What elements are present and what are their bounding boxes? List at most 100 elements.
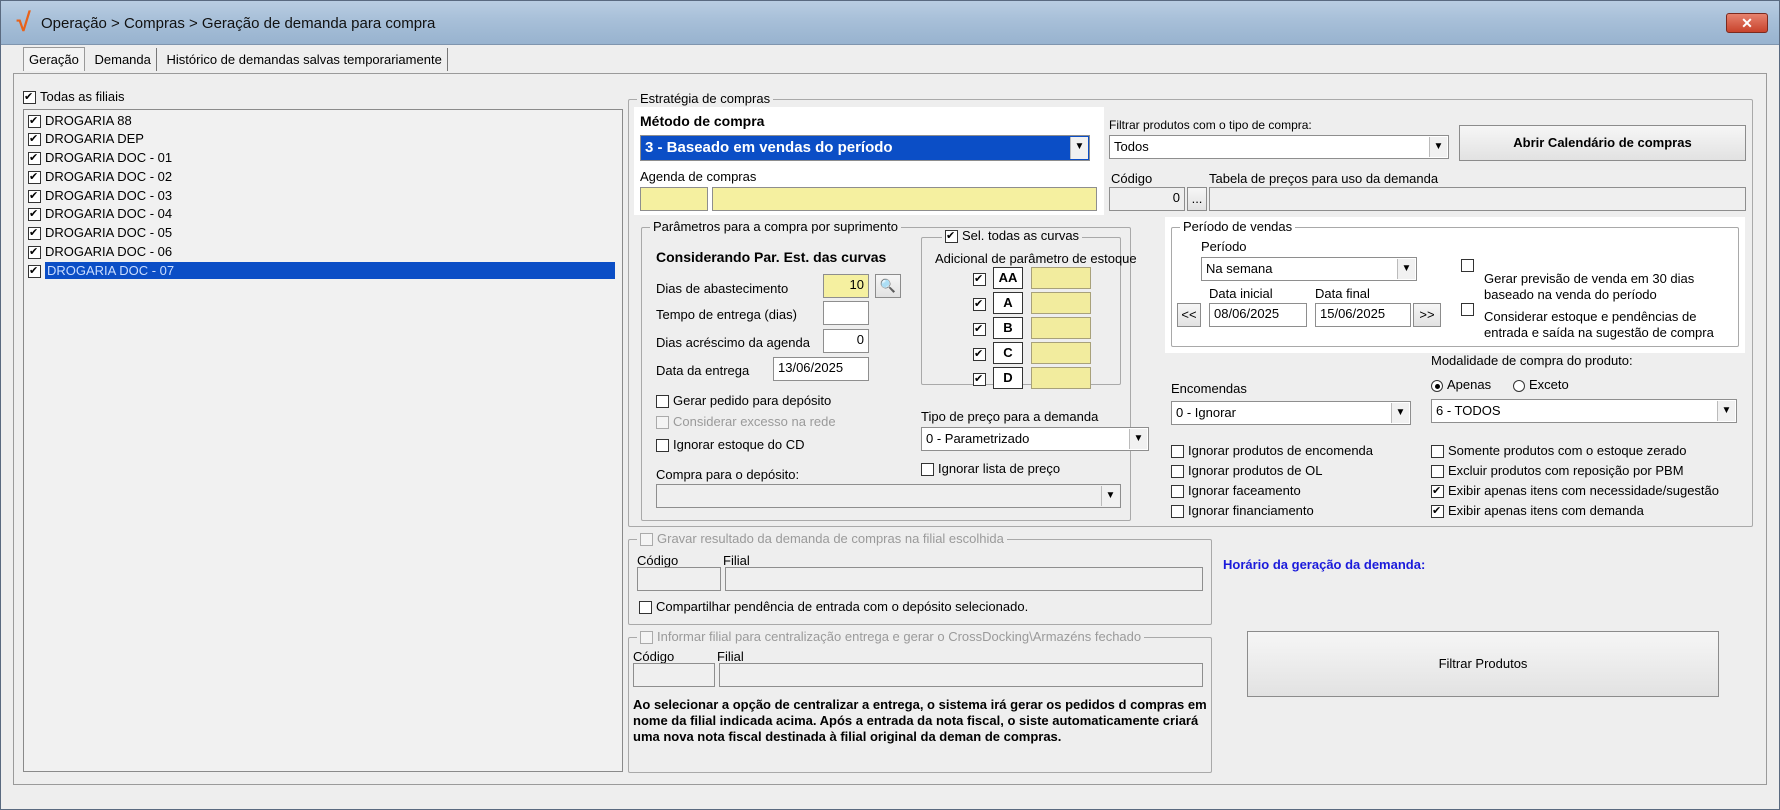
ignore-cd-checkbox[interactable]: Ignorar estoque do CD [656, 437, 805, 453]
check-label: Ignorar financiamento [1188, 503, 1314, 518]
branch-item[interactable]: DROGARIA DOC - 02 [28, 168, 172, 185]
radio-except[interactable]: Exceto [1513, 377, 1569, 392]
search-button[interactable]: 🔍 [875, 274, 901, 298]
stock-pending-label: Considerar estoque e pendências de entra… [1484, 309, 1714, 340]
all-branches-checkbox[interactable]: Todas as filiais [23, 89, 125, 105]
branch-item-selected[interactable]: DROGARIA DOC - 07 [28, 262, 618, 279]
checkbox-icon [28, 208, 41, 222]
centralize-code-input[interactable] [633, 663, 715, 687]
orders-select[interactable]: 0 - Ignorar ▼ [1171, 401, 1411, 425]
deposit-label: Compra para o depósito: [656, 467, 800, 482]
open-calendar-button[interactable]: Abrir Calendário de compras [1459, 125, 1746, 161]
check-ignore-financing[interactable]: Ignorar financiamento [1171, 503, 1314, 519]
ignore-price-list-label: Ignorar lista de preço [938, 461, 1061, 476]
check-label: Exibir apenas itens com necessidade/suge… [1448, 483, 1719, 498]
agenda-code-input[interactable] [640, 187, 708, 211]
code-value: 0 [1172, 190, 1180, 205]
checkbox-icon[interactable] [973, 373, 986, 387]
gen-order-checkbox[interactable]: Gerar pedido para depósito [656, 393, 831, 409]
share-pending-checkbox[interactable]: Compartilhar pendência de entrada com o … [639, 599, 1029, 615]
centralize-branch-input[interactable] [719, 663, 1203, 687]
check-ignore-ol[interactable]: Ignorar produtos de OL [1171, 463, 1323, 479]
branch-list[interactable]: DROGARIA 88 DROGARIA DEP DROGARIA DOC - … [23, 109, 623, 772]
check-demand-only[interactable]: Exibir apenas itens com demanda [1431, 503, 1644, 519]
orders-label: Encomendas [1171, 381, 1247, 396]
save-code-input[interactable] [637, 567, 721, 591]
supply-days-input[interactable]: 10 [823, 274, 869, 298]
agenda-name-input[interactable] [712, 187, 1097, 211]
code-input[interactable]: 0 [1109, 187, 1185, 211]
check-label: Ignorar produtos de OL [1188, 463, 1323, 478]
tab-bar: Geração Demanda Histórico de demandas sa… [23, 47, 449, 71]
select-all-curves-checkbox[interactable]: Sel. todas as curvas [942, 228, 1083, 244]
branch-item[interactable]: DROGARIA DOC - 05 [28, 224, 172, 241]
curve-input[interactable] [1031, 317, 1091, 339]
chevron-down-icon: ▼ [1391, 403, 1409, 423]
end-date-label: Data final [1315, 286, 1370, 301]
end-date-input[interactable]: 15/06/2025 [1315, 303, 1411, 327]
period-select[interactable]: Na semana ▼ [1201, 257, 1417, 281]
filter-products-button[interactable]: Filtrar Produtos [1247, 631, 1719, 697]
checkbox-icon[interactable] [973, 323, 986, 337]
tab-historico[interactable]: Histórico de demandas salvas temporariam… [162, 48, 448, 71]
curve-label: B [993, 317, 1023, 339]
checkbox-icon[interactable] [973, 273, 986, 287]
save-branch-input[interactable] [725, 567, 1203, 591]
checkbox-icon[interactable] [973, 348, 986, 362]
price-type-select[interactable]: 0 - Parametrizado ▼ [921, 427, 1149, 451]
deposit-select[interactable]: ▼ [656, 484, 1121, 508]
next-period-button[interactable]: >> [1413, 303, 1441, 327]
end-date-value: 15/06/2025 [1320, 306, 1386, 321]
check-ignore-facing[interactable]: Ignorar faceamento [1171, 483, 1301, 499]
checkbox-icon [28, 265, 41, 279]
stock-pending-checkbox[interactable]: Considerar estoque e pendências de entra… [1461, 293, 1741, 341]
prev-period-button[interactable]: << [1177, 303, 1201, 327]
price-type-label: Tipo de preço para a demanda [921, 409, 1099, 424]
branch-item[interactable]: DROGARIA 88 [28, 112, 132, 129]
save-branch-label: Filial [723, 553, 750, 568]
check-need-suggestion[interactable]: Exibir apenas itens com necessidade/suge… [1431, 483, 1719, 499]
modality-select[interactable]: 6 - TODOS ▼ [1431, 399, 1737, 423]
start-date-input[interactable]: 08/06/2025 [1209, 303, 1307, 327]
supply-days-label: Dias de abastecimento [656, 281, 789, 296]
code-lookup-button[interactable]: ... [1187, 187, 1207, 211]
curve-input[interactable] [1031, 292, 1091, 314]
curve-input[interactable] [1031, 342, 1091, 364]
curves-legend: Sel. todas as curvas [962, 228, 1080, 243]
tab-demanda[interactable]: Demanda [90, 48, 157, 71]
params-legend: Parâmetros para a compra por suprimento [650, 219, 901, 234]
curve-row-c: C [973, 342, 1091, 364]
checkbox-icon[interactable] [973, 298, 986, 312]
delivery-date-input[interactable]: 13/06/2025 [773, 357, 869, 381]
chevron-down-icon: ▼ [1070, 137, 1088, 159]
branch-item[interactable]: DROGARIA DOC - 04 [28, 205, 172, 222]
code-label: Código [1111, 171, 1153, 186]
price-table-input[interactable] [1209, 187, 1746, 211]
branch-item[interactable]: DROGARIA DEP [28, 130, 144, 147]
checkbox-icon [1171, 465, 1184, 479]
ignore-price-list-checkbox[interactable]: Ignorar lista de preço [921, 461, 1061, 477]
curve-input[interactable] [1031, 367, 1091, 389]
delivery-time-input[interactable] [823, 301, 869, 325]
branch-item[interactable]: DROGARIA DOC - 03 [28, 187, 172, 204]
checkbox-icon [945, 230, 958, 244]
strategy-legend: Estratégia de compras [637, 91, 774, 106]
branch-name: DROGARIA DOC - 07 [45, 262, 615, 279]
close-button[interactable]: ✕ [1726, 13, 1768, 33]
radio-only[interactable]: Apenas [1431, 377, 1491, 392]
share-pending-label: Compartilhar pendência de entrada com o … [656, 599, 1029, 614]
start-date-value: 08/06/2025 [1214, 306, 1280, 321]
save-result-checkbox[interactable]: Gravar resultado da demanda de compras n… [637, 531, 1007, 547]
checkbox-icon [23, 91, 36, 105]
centralize-checkbox[interactable]: Informar filial para centralização entre… [637, 629, 1145, 645]
check-ignore-order[interactable]: Ignorar produtos de encomenda [1171, 443, 1373, 459]
agenda-days-input[interactable]: 0 [823, 329, 869, 353]
check-exclude-pbm[interactable]: Excluir produtos com reposição por PBM [1431, 463, 1684, 479]
tab-geracao[interactable]: Geração [23, 47, 85, 71]
method-select[interactable]: 3 - Baseado em vendas do período ▼ [640, 135, 1090, 161]
branch-item[interactable]: DROGARIA DOC - 01 [28, 149, 172, 166]
check-zero-stock[interactable]: Somente produtos com o estoque zerado [1431, 443, 1686, 459]
curve-input[interactable] [1031, 267, 1091, 289]
filter-type-select[interactable]: Todos ▼ [1109, 135, 1449, 159]
branch-item[interactable]: DROGARIA DOC - 06 [28, 243, 172, 260]
